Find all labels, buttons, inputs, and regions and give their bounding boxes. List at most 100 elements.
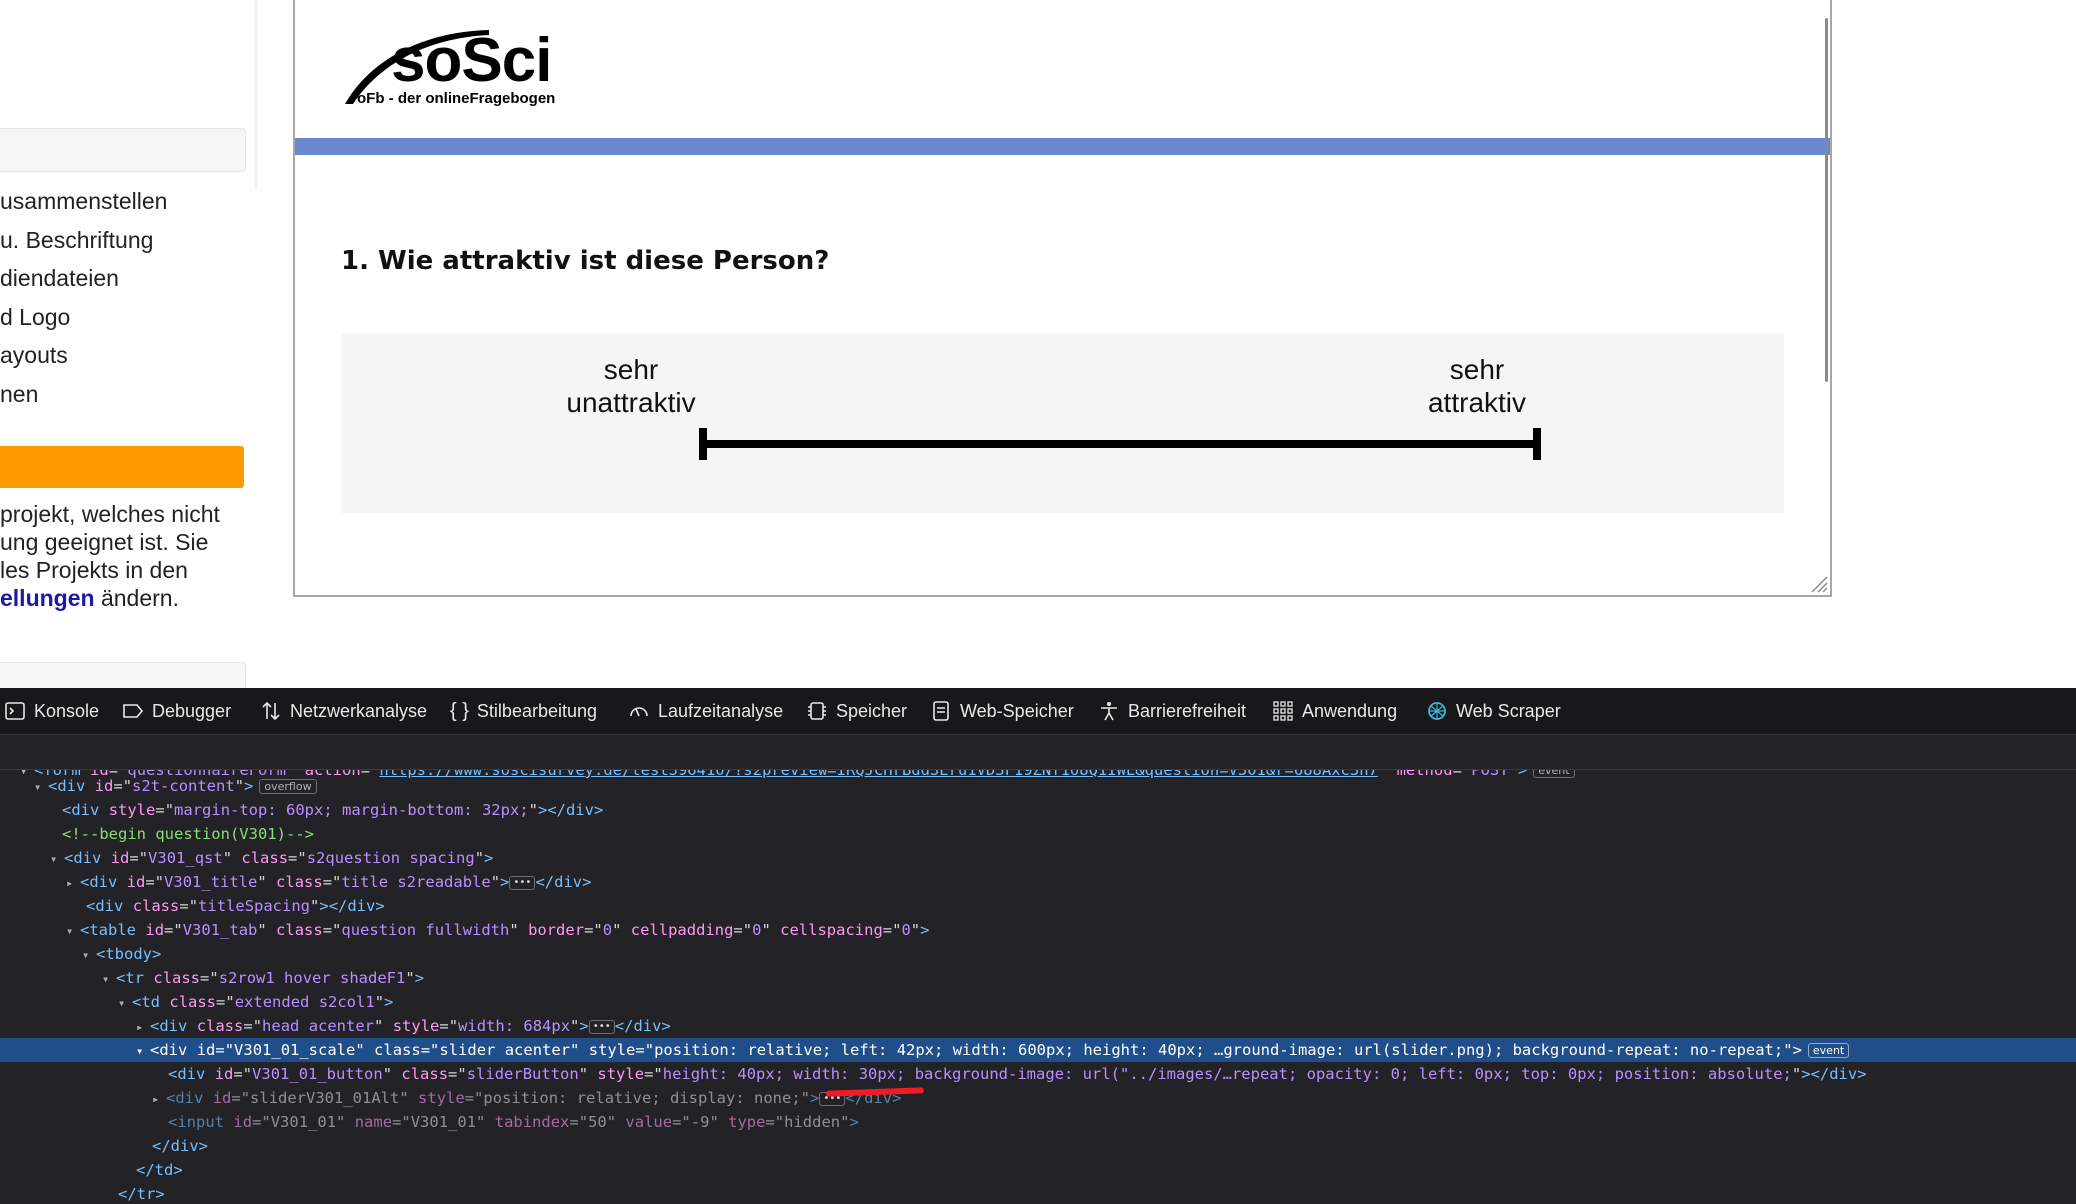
sidebar-search-box[interactable]	[0, 128, 246, 172]
tab-application-label: Anwendung	[1302, 700, 1398, 721]
dom-node-slider-alt[interactable]: ▸ <div id="sliderV301_01Alt" style="posit…	[0, 1086, 2076, 1110]
slider-question-row: sehr unattraktiv sehr attraktiv	[341, 333, 1784, 513]
dom-node-s2t-content[interactable]: ▾ <div id="s2t-content"> overflow	[0, 774, 2076, 798]
settings-link[interactable]: ellungen	[0, 585, 95, 611]
logo-word: soSci	[391, 26, 552, 95]
attr-value: s2question spacing	[306, 849, 475, 867]
devtools-search-bar[interactable]	[0, 735, 2076, 770]
tab-network-label: Netzwerkanalyse	[290, 700, 428, 721]
attr-value: title s2readable	[341, 873, 491, 891]
attr-value: s2t-content	[132, 777, 235, 795]
tab-console[interactable]: Konsole	[4, 688, 99, 734]
sidebar-item-other[interactable]: nen	[0, 377, 167, 416]
dom-node-slider-button[interactable]: <div id="V301_01_button" class="sliderBu…	[0, 1062, 2076, 1086]
dom-node-v301-01-scale-selected[interactable]: ▾ <div id="V301_01_scale" class="slider a…	[0, 1038, 2076, 1062]
attr-value: sliderButton	[466, 1065, 579, 1083]
attr-value: s2row1 hover shadeF1	[218, 969, 406, 987]
resize-grip-icon[interactable]	[1808, 573, 1828, 593]
attr-name: id	[94, 777, 114, 795]
slider-track[interactable]	[699, 440, 1541, 448]
attr-name: class	[276, 873, 323, 891]
tab-memory-label: Speicher	[836, 700, 908, 721]
attr-name: id	[145, 921, 165, 939]
tag-name: input	[177, 1113, 225, 1131]
tab-style-editor[interactable]: { } Stilbearbeitung	[450, 688, 597, 734]
tab-web-scraper[interactable]: Web Scraper	[1426, 688, 1561, 734]
sidebar-menu: usammenstellen u. Beschriftung diendatei…	[0, 184, 167, 415]
info-line-4: ellungen ändern.	[0, 584, 220, 612]
attr-name: class	[153, 969, 201, 987]
network-icon	[262, 701, 280, 721]
tab-storage-label: Web-Speicher	[960, 700, 1074, 721]
sidebar-item-media-files[interactable]: diendateien	[0, 261, 167, 300]
attr-value: 50	[588, 1113, 607, 1131]
dom-node-title-spacing[interactable]: <div class="titleSpacing"></div>	[0, 894, 2076, 918]
tag-name: div	[71, 801, 100, 819]
tag-name: tr	[136, 1185, 156, 1203]
dom-close-div[interactable]: </div>	[0, 1134, 2076, 1158]
tab-accessibility[interactable]: Barrierefreiheit	[1098, 688, 1246, 734]
info-line-1: projekt, welches nicht	[0, 501, 220, 527]
logo-tagline: oFb - der onlineFragebogen	[357, 90, 556, 107]
tab-debugger-label: Debugger	[152, 700, 232, 721]
collapsed-content-icon[interactable]: •••	[588, 1019, 615, 1034]
attr-value: height: 40px; width: 30px; background-im…	[662, 1065, 1792, 1083]
tab-console-label: Konsole	[34, 700, 100, 721]
attr-value: 0	[901, 921, 911, 939]
label-right-line-1: sehr	[1449, 354, 1505, 385]
dom-tree: ▾ <form id="questionnaireForm" action="ht…	[0, 770, 2076, 1204]
collapsed-content-icon[interactable]: •••	[509, 875, 536, 890]
attr-value: V301_01_button	[252, 1065, 383, 1083]
sidebar-item-labels[interactable]: u. Beschriftung	[0, 223, 167, 262]
tab-storage[interactable]: Web-Speicher	[930, 688, 1074, 734]
dom-node-v301-qst[interactable]: ▾ <div id="V301_qst" class="s2question sp…	[0, 846, 2076, 870]
attr-value: width: 684px	[458, 1017, 571, 1035]
tab-style-editor-label: Stilbearbeitung	[476, 700, 598, 721]
attr-name: style	[108, 801, 156, 819]
attr-value: sliderV301_01Alt	[250, 1089, 400, 1107]
dom-comment[interactable]: <!--begin question(V301)-->	[0, 822, 2076, 846]
slider-label-right: sehr attraktiv	[1377, 353, 1577, 419]
comment-text: <!--begin question(V301)-->	[62, 825, 314, 843]
dom-node-head-acenter[interactable]: ▸ <div class="head acenter" style="width:…	[0, 1014, 2076, 1038]
slider-right-cap	[1533, 428, 1541, 460]
preview-scrollbar[interactable]	[1825, 18, 1828, 382]
dom-node-tr[interactable]: ▾ <tr class="s2row1 hover shadeF1">	[0, 966, 2076, 990]
accessibility-icon	[1101, 702, 1117, 721]
attr-name: name	[354, 1113, 393, 1131]
label-left-line-2: unattraktiv	[566, 387, 696, 418]
tab-memory[interactable]: Speicher	[806, 688, 907, 734]
dom-node-tbody[interactable]: ▾ <tbody>	[0, 942, 2076, 966]
dom-close-tr[interactable]: </tr>	[0, 1182, 2076, 1204]
attr-value: head acenter	[262, 1017, 375, 1035]
dom-close-td[interactable]: </td>	[0, 1158, 2076, 1182]
tab-network[interactable]: Netzwerkanalyse	[260, 688, 427, 734]
header-band	[295, 138, 1830, 155]
attr-name: style	[588, 1041, 636, 1059]
sidebar-orange-button[interactable]	[0, 446, 244, 488]
tab-debugger[interactable]: Debugger	[122, 688, 231, 734]
storage-icon	[933, 701, 949, 721]
sidebar-item-layouts[interactable]: ayouts	[0, 338, 167, 377]
attr-name: class	[169, 993, 217, 1011]
tab-application[interactable]: Anwendung	[1272, 688, 1397, 734]
dom-node-hidden-input[interactable]: <input id="V301_01" name="V301_01" tabin…	[0, 1110, 2076, 1134]
event-badge[interactable]: event	[1807, 1043, 1850, 1058]
attr-value: V301_01	[410, 1113, 477, 1131]
sidebar-item-logo[interactable]: d Logo	[0, 300, 167, 339]
devtools-panel: Konsole Debugger Netzwerkanalyse { } Sti…	[0, 688, 2076, 1204]
attr-value: 0	[602, 921, 613, 939]
attr-name: id	[233, 1113, 253, 1131]
dom-node-v301-tab[interactable]: ▾ <table id="V301_tab" class="question fu…	[0, 918, 2076, 942]
overflow-badge[interactable]: overflow	[259, 779, 317, 794]
dom-node-td[interactable]: ▾ <td class="extended s2col1">	[0, 990, 2076, 1014]
tag-name: div	[175, 1089, 204, 1107]
dom-node-v301-title[interactable]: ▸ <div id="V301_title" class="title s2rea…	[0, 870, 2076, 894]
slider-label-left: sehr unattraktiv	[531, 353, 731, 419]
tab-performance[interactable]: Laufzeitanalyse	[628, 688, 783, 734]
application-icon	[1273, 701, 1293, 721]
sidebar-divider	[255, 0, 257, 190]
dom-node-spacer-div[interactable]: <div style="margin-top: 60px; margin-bot…	[0, 798, 2076, 822]
debugger-icon	[123, 704, 144, 718]
sidebar-item-compose[interactable]: usammenstellen	[0, 184, 167, 223]
